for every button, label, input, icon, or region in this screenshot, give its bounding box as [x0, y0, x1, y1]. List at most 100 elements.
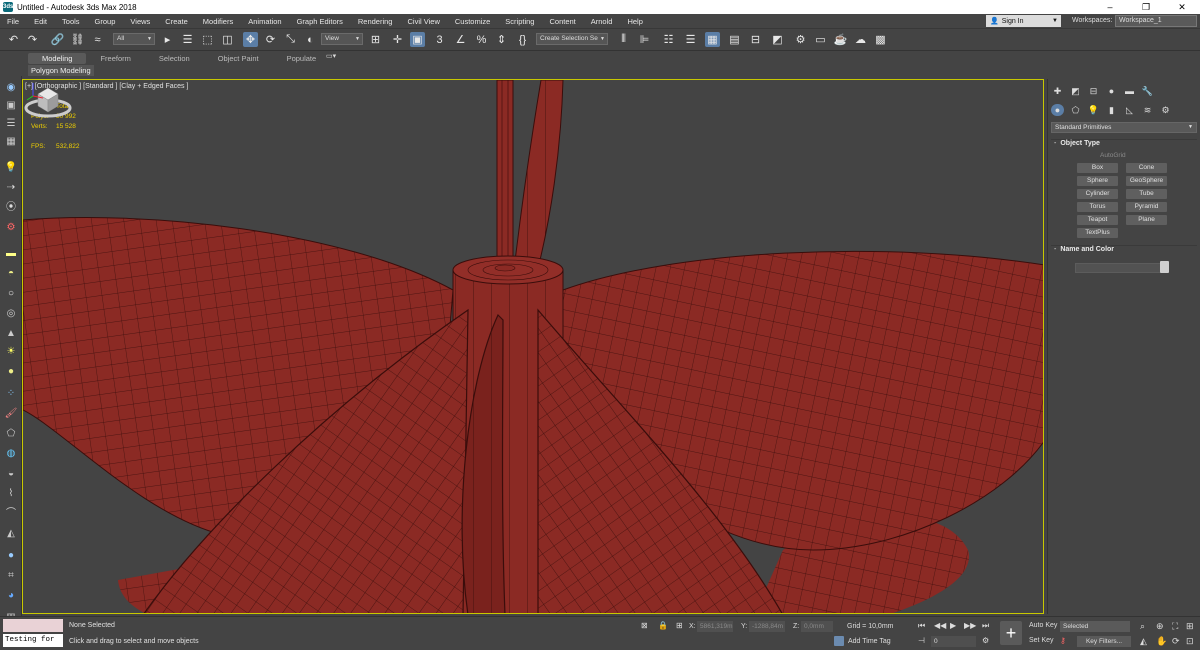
link-icon[interactable]: 🔗 [50, 32, 65, 47]
menu-help[interactable]: Help [620, 17, 650, 26]
menu-scripting[interactable]: Scripting [498, 17, 542, 26]
box-icon[interactable]: ▬ [4, 248, 18, 260]
orbit-icon[interactable]: ⟳ [1172, 636, 1180, 647]
shapes-icon[interactable]: ⬠ [1069, 104, 1082, 116]
redo-icon[interactable]: ↷ [25, 32, 40, 47]
modify-icon[interactable]: ◩ [1069, 85, 1082, 97]
window-crossing-icon[interactable]: ◫ [220, 32, 235, 47]
maxscript-mini-listener-top[interactable] [3, 619, 63, 632]
zoom-extents-icon[interactable]: ⛶ [1172, 621, 1178, 632]
sign-in-button[interactable]: 👤 Sign In ▼ [986, 15, 1061, 27]
sphere-icon[interactable]: ○ [4, 288, 18, 300]
tab-freeform[interactable]: Freeform [86, 53, 144, 64]
add-time-tag[interactable]: Add Time Tag [848, 638, 891, 645]
cylinder-button[interactable]: Cylinder [1077, 189, 1118, 199]
pivot-icon[interactable]: ⊞ [368, 32, 383, 47]
go-to-start-icon[interactable]: ⏮ [918, 621, 925, 631]
helpers-icon[interactable]: ⇢ [4, 182, 18, 194]
key-filters-button[interactable]: Key Filters... [1077, 636, 1131, 647]
menu-file[interactable]: File [0, 17, 27, 26]
bend-icon[interactable]: ⌒ [4, 508, 18, 520]
primitive-type-dropdown[interactable]: Standard Primitives ▼ [1051, 122, 1197, 133]
object-color-swatch[interactable] [1160, 261, 1169, 273]
auto-key-button[interactable]: Auto Key [1029, 622, 1057, 629]
twist-icon[interactable]: ⌇ [4, 488, 18, 500]
mirror-icon[interactable]: ⫴ [616, 32, 631, 47]
zoom-all-icon[interactable]: ⊕ [1156, 621, 1164, 632]
tab-modeling[interactable]: Modeling [28, 53, 87, 64]
geosphere-button[interactable]: GeoSphere [1126, 176, 1167, 186]
curve-editor-icon[interactable]: ▤ [727, 32, 742, 47]
restore-button[interactable]: ❐ [1128, 2, 1164, 13]
lock-icon[interactable]: 🔒 [658, 621, 668, 630]
keyboard-shortcut-icon[interactable]: ✛ [390, 32, 405, 47]
undo-icon[interactable]: ↶ [6, 32, 21, 47]
align-icon[interactable]: ⊫ [637, 32, 652, 47]
edit-named-sets-icon[interactable]: {} [515, 32, 530, 47]
sun-icon[interactable]: ☀ [4, 346, 18, 358]
time-config-icon[interactable]: ⚙ [982, 636, 989, 645]
globe-icon[interactable]: ◍ [4, 448, 18, 460]
create-icon[interactable]: ✚ [1051, 85, 1064, 97]
space-warps-icon[interactable]: ⦿ [4, 202, 18, 214]
motion-icon[interactable]: ● [1105, 85, 1118, 97]
menu-rendering[interactable]: Rendering [351, 17, 401, 26]
selection-filter-dropdown[interactable]: All ▼ [113, 33, 155, 45]
menu-group[interactable]: Group [88, 17, 124, 26]
menu-content[interactable]: Content [542, 17, 583, 26]
autogrid-checkbox[interactable]: AutoGrid [1100, 152, 1126, 159]
wire-sphere-icon[interactable]: ◎ [4, 308, 18, 320]
menu-arnold[interactable]: Arnold [584, 17, 621, 26]
field-of-view-icon[interactable]: ◭ [1140, 636, 1147, 647]
tab-selection[interactable]: Selection [145, 53, 204, 64]
toggle-ribbon-icon[interactable]: ▦ [705, 32, 720, 47]
toggle-layer-explorer-icon[interactable]: ☰ [683, 32, 698, 47]
dots-icon[interactable]: ⁘ [4, 388, 18, 400]
set-keys-icon[interactable]: + [1000, 621, 1022, 645]
attach-icon[interactable]: ⌗ [4, 570, 18, 582]
box-button[interactable]: Box [1077, 163, 1118, 173]
unlink-icon[interactable]: ⛓ [70, 32, 85, 47]
menu-civil-view[interactable]: Civil View [400, 17, 447, 26]
render-cloud-icon[interactable]: ☁ [853, 32, 868, 47]
snap-3d-icon[interactable]: 3 [432, 32, 447, 47]
paint-icon[interactable]: 🖌 [4, 408, 18, 420]
absolute-mode-icon[interactable]: ⊞ [676, 621, 683, 630]
y-coordinate-field[interactable]: -1288,84m [749, 621, 785, 632]
x-coordinate-field[interactable]: 5861,319m [697, 621, 733, 632]
spinner-snap-icon[interactable]: ⇕ [494, 32, 509, 47]
utilities-icon[interactable]: 🔧 [1141, 85, 1154, 97]
dot-icon[interactable]: ● [4, 366, 18, 378]
torus-button[interactable]: Torus [1077, 202, 1118, 212]
workspace-select[interactable]: Workspace_1 [1115, 15, 1197, 27]
create-selection-icon[interactable]: ▣ [4, 100, 18, 112]
bind-space-warp-icon[interactable]: ≈ [90, 32, 105, 47]
zoom-icon[interactable]: ⌕ [1140, 621, 1145, 632]
previous-frame-icon[interactable]: ◀◀ [934, 621, 946, 630]
current-frame-field[interactable]: 0 [931, 636, 976, 647]
plane-button[interactable]: Plane [1126, 215, 1167, 225]
teapot-button[interactable]: Teapot [1077, 215, 1118, 225]
tube-button[interactable]: Tube [1126, 189, 1167, 199]
layer-explorer-icon[interactable]: ▦ [4, 136, 18, 148]
hierarchy-icon[interactable]: ⊟ [1087, 85, 1100, 97]
render-setup-icon[interactable]: ⚙ [793, 32, 808, 47]
name-and-color-rollout[interactable]: - Name and Color [1051, 245, 1197, 253]
menu-views[interactable]: Views [123, 17, 158, 26]
object-type-rollout[interactable]: - Object Type [1051, 139, 1197, 147]
pan-icon[interactable]: ✋ [1156, 636, 1167, 647]
rect-selection-icon[interactable]: ⬚ [200, 32, 215, 47]
ref-coord-dropdown[interactable]: View ▼ [321, 33, 363, 45]
menu-animation[interactable]: Animation [241, 17, 289, 26]
half-sphere-icon[interactable]: ◓ [4, 268, 18, 280]
textplus-button[interactable]: TextPlus [1077, 228, 1118, 238]
ribbon-panel-polygon-modeling[interactable]: Polygon Modeling [28, 65, 94, 76]
z-coordinate-field[interactable]: 0,0mm [801, 621, 833, 632]
display-icon[interactable]: ▬ [1123, 85, 1136, 97]
toggle-scene-explorer-icon[interactable]: ☷ [661, 32, 676, 47]
select-object-icon[interactable]: ▸ [160, 32, 175, 47]
systems-icon[interactable]: ⚙ [4, 222, 18, 234]
cameras-icon[interactable]: ▮ [1105, 104, 1118, 116]
menu-edit[interactable]: Edit [27, 17, 55, 26]
maximize-viewport-icon[interactable]: ⊡ [1186, 636, 1194, 647]
